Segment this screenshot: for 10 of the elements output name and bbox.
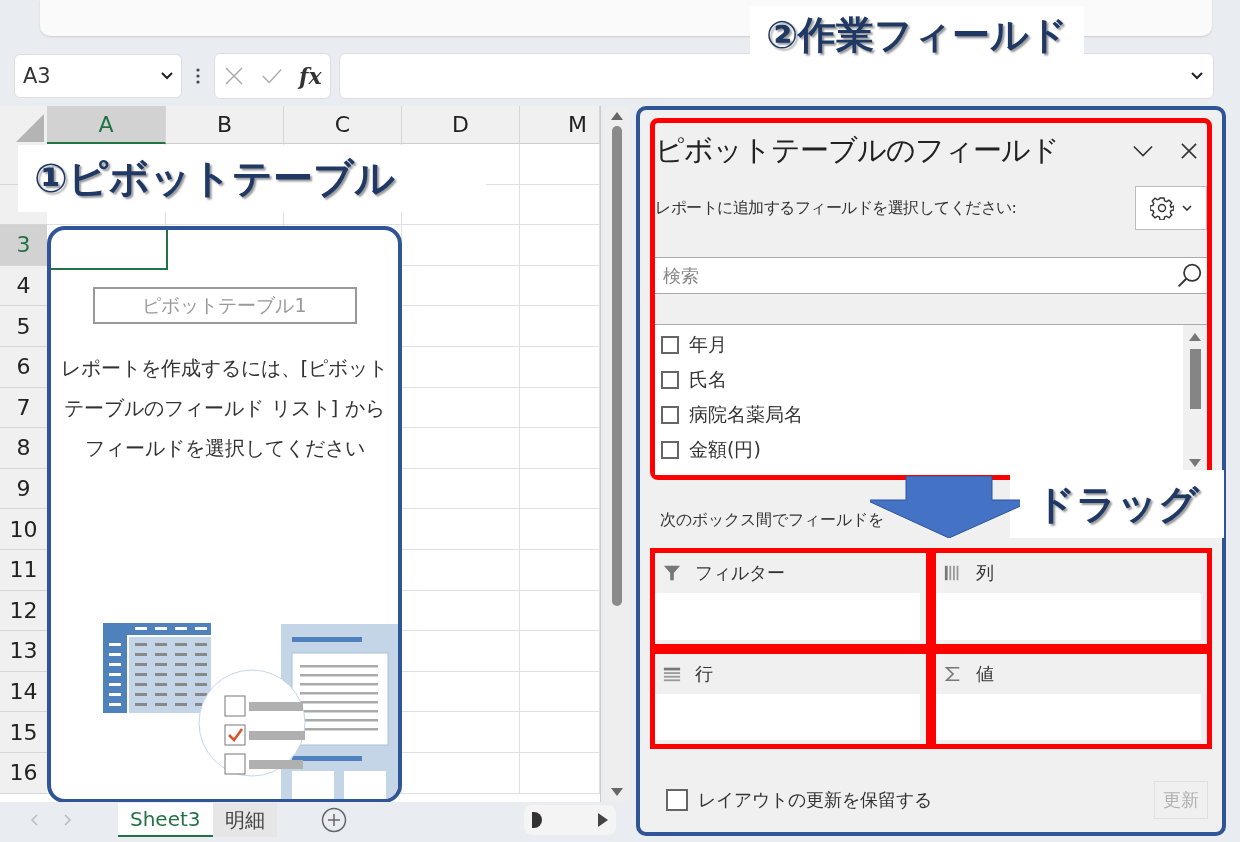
annotation-tooltip: ①ピボットテーブル bbox=[18, 145, 486, 212]
area-label: 列 bbox=[976, 561, 994, 585]
instruction-text: レポートを作成するには、[ピボットテーブルのフィールド リスト] からフィールドを選択してください bbox=[59, 355, 390, 462]
annotation-tooltip: ドラッグ bbox=[1010, 470, 1224, 538]
pane-title: ピボットテーブルのフィールド bbox=[655, 132, 1060, 169]
instruction-text: レポートに追加するフィールドを選択してください: bbox=[655, 197, 1017, 219]
area-label: 値 bbox=[976, 662, 994, 686]
pivot-table-name: ピボットテーブル1 bbox=[92, 287, 357, 324]
area-label: 行 bbox=[695, 662, 713, 686]
area-label: フィルター bbox=[695, 561, 785, 585]
